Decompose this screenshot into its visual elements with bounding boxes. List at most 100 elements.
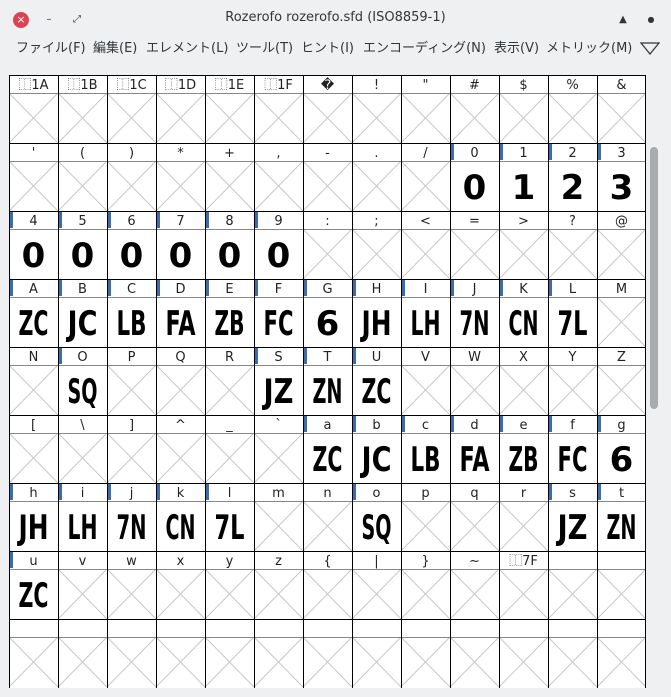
pin-icon[interactable]: ● (643, 12, 659, 28)
glyph-label: n (323, 486, 331, 501)
glyph-preview: ZB (509, 440, 539, 480)
glyph-label: ⿰1D (165, 78, 196, 93)
glyph-preview: FC (558, 440, 588, 480)
glyph-preview: LH (411, 304, 441, 344)
menu-overflow-icon[interactable] (640, 39, 660, 59)
glyph-label-cell[interactable] (499, 619, 548, 637)
menu-metrics[interactable]: メトリック(M) (546, 38, 632, 62)
menu-encoding[interactable]: エンコーディング(N) (363, 38, 486, 62)
glyph-preview: 6 (610, 440, 634, 480)
glyph-preview: SQ (68, 372, 98, 412)
glyph-label: O (77, 350, 87, 365)
glyph-label: 4 (29, 214, 37, 229)
maximize-icon[interactable]: ⤢ (69, 12, 85, 28)
glyph-preview: LB (411, 440, 441, 480)
menu-element[interactable]: エレメント(L) (146, 38, 228, 62)
glyph-label-cell[interactable] (107, 619, 156, 637)
glyph-label: Z (617, 350, 626, 365)
glyph-preview: JC (360, 440, 392, 480)
minimize-icon[interactable]: – (41, 12, 57, 28)
glyph-label-cell[interactable] (156, 619, 205, 637)
glyph-preview: JZ (556, 508, 588, 548)
close-icon[interactable]: × (13, 12, 29, 28)
glyph-label: $ (519, 78, 527, 93)
glyph-preview: 0 (71, 236, 95, 276)
glyph-label: E (225, 282, 233, 297)
glyph-label: a (324, 418, 332, 433)
toolbar-spacer (9, 62, 662, 75)
glyph-preview: CN (166, 508, 196, 548)
glyph-label: } (421, 554, 429, 569)
window-frame-right (662, 38, 671, 697)
glyph-label: \ (80, 418, 85, 433)
glyph-preview: 0 (463, 168, 487, 208)
menu-tools[interactable]: ツール(T) (236, 38, 293, 62)
glyph-label: , (276, 146, 280, 161)
glyph-label: : (325, 214, 329, 229)
glyph-label: s (569, 486, 576, 501)
glyph-label: q (470, 486, 478, 501)
glyph-label-cell[interactable] (352, 619, 401, 637)
glyph-label: 3 (617, 146, 625, 161)
glyph-label: V (421, 350, 430, 365)
glyph-label: [ (31, 418, 36, 433)
glyph-preview: 7L (215, 508, 245, 548)
glyph-label: > (518, 214, 529, 229)
glyph-label-cell[interactable] (58, 619, 107, 637)
glyph-preview: ZB (215, 304, 245, 344)
glyph-label: - (325, 146, 330, 161)
menu-hints[interactable]: ヒント(I) (301, 38, 354, 62)
glyph-label: W (468, 350, 481, 365)
glyph-label: < (420, 214, 431, 229)
glyph-label: 1 (519, 146, 527, 161)
glyph-label-cell[interactable] (303, 619, 352, 637)
glyph-preview: 2 (561, 168, 585, 208)
glyph-label-cell[interactable] (205, 619, 254, 637)
scrollbar-thumb[interactable] (650, 147, 658, 409)
glyph-label-cell[interactable] (254, 619, 303, 637)
glyph-preview: 7N (460, 304, 490, 344)
glyph-label-cell[interactable] (548, 551, 597, 569)
glyph-label: 5 (78, 214, 86, 229)
glyph-label: | (374, 554, 378, 569)
glyph-label-cell[interactable] (9, 619, 58, 637)
glyph-label-cell[interactable] (548, 619, 597, 637)
vertical-scrollbar[interactable] (646, 75, 662, 688)
glyph-label: w (126, 554, 137, 569)
glyph-label: 6 (127, 214, 135, 229)
glyph-label: @ (615, 214, 628, 229)
glyph-preview: 0 (218, 236, 242, 276)
glyph-label: ' (32, 146, 36, 161)
keep-above-icon[interactable]: ▲ (615, 12, 631, 28)
glyph-label: 8 (225, 214, 233, 229)
glyph-label: + (224, 146, 235, 161)
glyph-preview: JC (66, 304, 98, 344)
glyph-preview: FA (460, 440, 490, 480)
glyph-label-cell[interactable] (597, 619, 646, 637)
glyph-label: R (225, 350, 234, 365)
glyph-label: h (29, 486, 37, 501)
glyph-grid-canvas[interactable]: ⿰1A ⿰1B ⿰1C ⿰1D ⿰1E ⿰1F �! " # $% &'() * +, -./001122… (9, 75, 646, 688)
menu-file[interactable]: ファイル(F) (16, 38, 86, 62)
menu-view[interactable]: 表示(V) (494, 38, 539, 62)
glyph-label: J (472, 282, 477, 297)
glyph-preview: FA (166, 304, 196, 344)
glyph-preview: 3 (610, 168, 634, 208)
menu-edit[interactable]: 編集(E) (93, 38, 137, 62)
glyph-label: C (127, 282, 136, 297)
glyph-label: v (79, 554, 87, 569)
glyph-label: Q (175, 350, 185, 365)
glyph-grid[interactable]: ⿰1A ⿰1B ⿰1C ⿰1D ⿰1E ⿰1F �! " # $% & '() * +, -./0 0 1 1 2 2… (9, 75, 646, 688)
glyph-label: � (321, 76, 335, 93)
glyph-label: % (566, 78, 578, 93)
glyph-label: ⿰1F (264, 78, 293, 93)
glyph-label: ) (129, 146, 134, 161)
glyph-label: f (570, 418, 575, 433)
glyph-label-cell[interactable] (401, 619, 450, 637)
glyph-label: x (177, 554, 185, 569)
glyph-label: & (616, 78, 626, 93)
glyph-preview: ZC (362, 372, 392, 412)
glyph-label-cell[interactable] (450, 619, 499, 637)
glyph-preview: ZN (313, 372, 343, 412)
glyph-label-cell[interactable] (597, 551, 646, 569)
